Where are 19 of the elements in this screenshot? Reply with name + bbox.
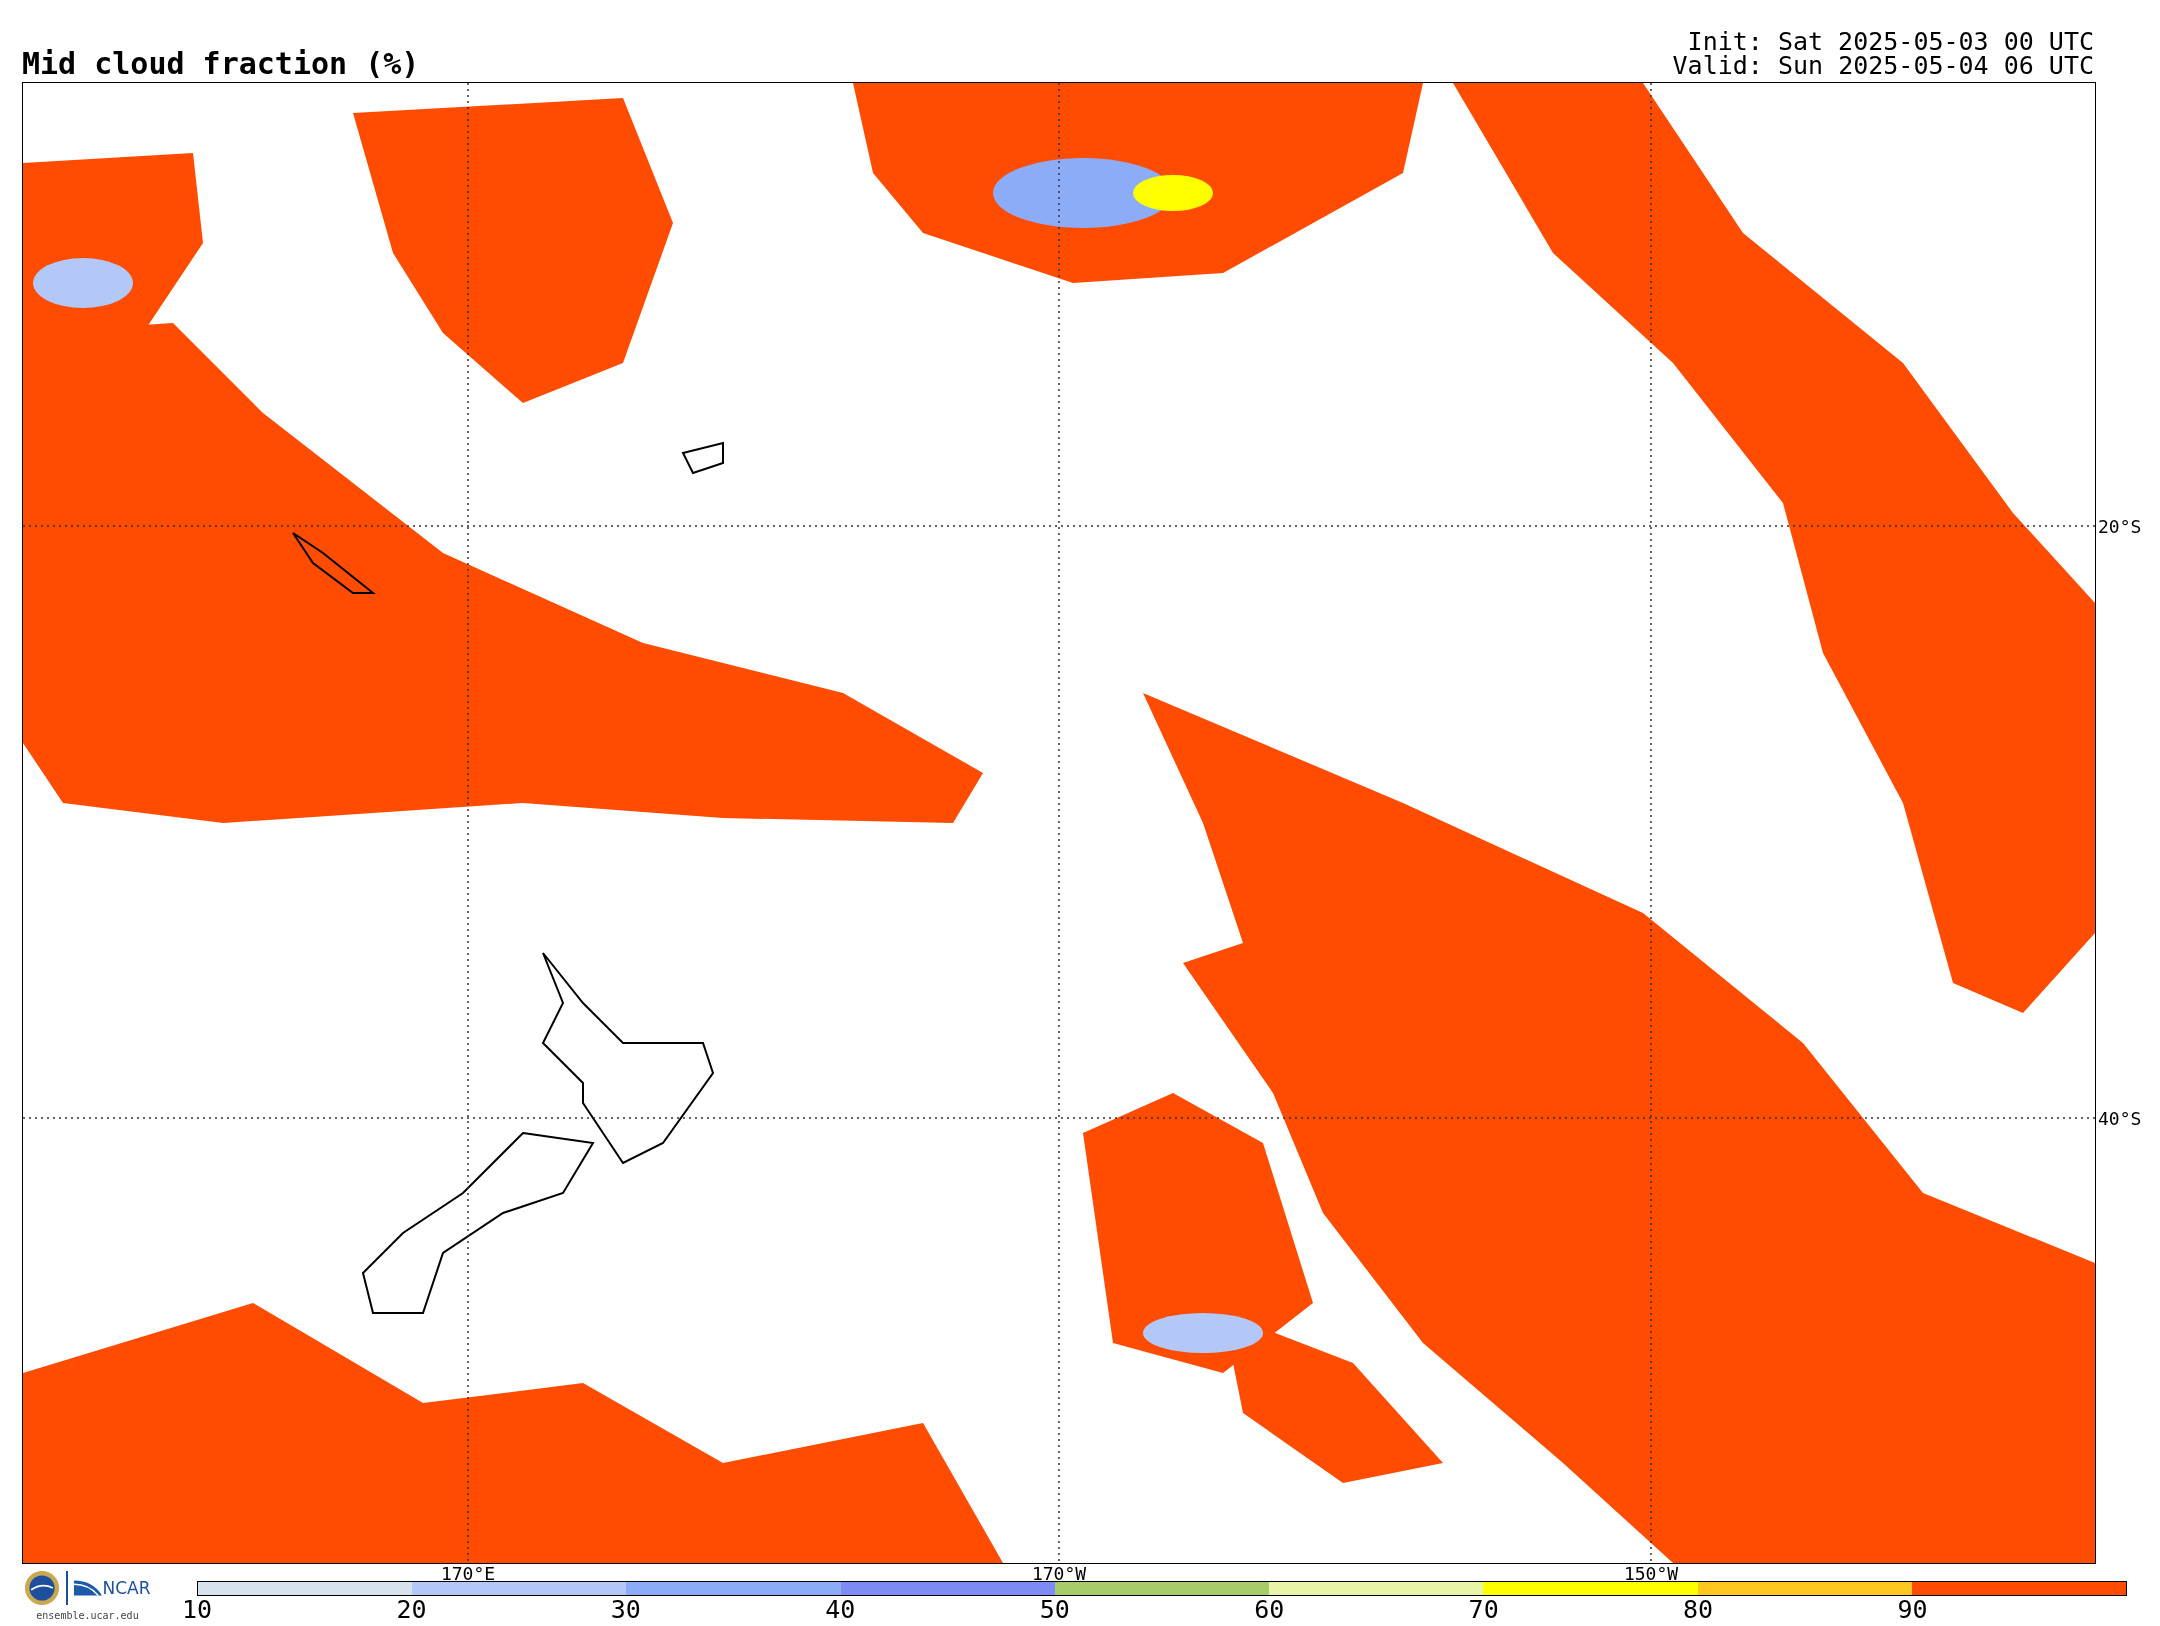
tick-label: 20: [396, 1596, 427, 1624]
longitude-label: 150°W: [1623, 1565, 1679, 1583]
longitude-label: 170°E: [440, 1565, 496, 1583]
tick-label: 30: [610, 1596, 641, 1624]
init-time: Init: Sat 2025-05-03 00 UTC: [1687, 30, 2094, 54]
swoosh-logo-icon: [74, 1578, 103, 1598]
ncar-logo-text: NCAR: [102, 1578, 151, 1598]
tick-label: 80: [1683, 1596, 1714, 1624]
tick-label: 60: [1254, 1596, 1285, 1624]
tick-label: 10: [181, 1596, 213, 1624]
website-text: ensemble.ucar.edu: [36, 1610, 139, 1621]
tick-label: 40: [825, 1596, 856, 1624]
globe-logo-icon: [24, 1570, 61, 1606]
tick-label: 50: [1039, 1596, 1070, 1624]
tick-label: 90: [1897, 1596, 1928, 1624]
longitude-label: 170°W: [1031, 1565, 1087, 1583]
valid-time: Valid: Sun 2025-05-04 06 UTC: [1672, 54, 2094, 78]
tick-label: 70: [1468, 1596, 1499, 1624]
plot-title: Mid cloud fraction (%): [22, 46, 420, 82]
